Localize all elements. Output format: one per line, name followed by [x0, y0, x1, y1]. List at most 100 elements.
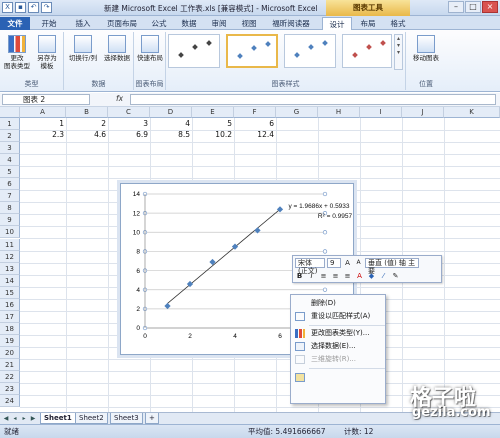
cell-e2[interactable]: 10.2 [192, 129, 234, 140]
format-painter-icon[interactable]: ✎ [391, 271, 400, 281]
save-as-template-button[interactable]: 另存为 模板 [33, 35, 61, 70]
sheet-tab-sheet2[interactable]: Sheet2 [75, 413, 108, 424]
switch-row-column-button[interactable]: 切换行/列 [66, 35, 100, 62]
cell-f2[interactable]: 12.4 [234, 129, 276, 140]
row-header-4[interactable]: 4 [0, 154, 20, 167]
insert-sheet-icon[interactable]: + [145, 413, 159, 424]
column-header-h[interactable]: H [318, 107, 360, 118]
row-header-19[interactable]: 19 [0, 334, 20, 347]
chart-style-3[interactable] [284, 34, 336, 68]
tab-layout[interactable]: 布局 [354, 17, 382, 30]
move-chart-button[interactable]: 移动图表 [410, 35, 442, 62]
select-all-corner[interactable] [0, 107, 20, 118]
sheet-tab-sheet3[interactable]: Sheet3 [110, 413, 143, 424]
tab-file[interactable]: 文件 [0, 17, 30, 30]
row-header-9[interactable]: 9 [0, 214, 20, 227]
row-header-17[interactable]: 17 [0, 310, 20, 323]
row-header-21[interactable]: 21 [0, 359, 20, 371]
row-header-20[interactable]: 20 [0, 346, 20, 359]
chart-element-select[interactable]: 垂直 (值) 轴 主要 [365, 258, 419, 275]
gridline-handle[interactable] [322, 191, 328, 197]
save-icon[interactable]: ▪ [15, 2, 26, 13]
chart-style-4[interactable] [342, 34, 392, 68]
column-header-c[interactable]: C [108, 107, 150, 118]
data-point[interactable] [164, 302, 171, 310]
row-header-3[interactable]: 3 [0, 142, 20, 155]
trendline[interactable] [167, 208, 281, 304]
column-header-j[interactable]: J [402, 107, 444, 118]
menu-item-format[interactable] [291, 371, 387, 384]
grow-font-icon[interactable]: A [343, 258, 352, 268]
chart-style-2[interactable] [226, 34, 278, 68]
column-header-d[interactable]: D [150, 107, 192, 118]
last-sheet-icon[interactable]: ▶ [29, 414, 37, 423]
bold-button[interactable]: B [295, 271, 304, 281]
cell-d2[interactable]: 8.5 [150, 129, 192, 140]
tab-formulas[interactable]: 公式 [146, 17, 172, 30]
minimize-icon[interactable]: – [448, 1, 464, 13]
select-data-button[interactable]: 选择数据 [101, 35, 133, 62]
maximize-icon[interactable]: □ [465, 1, 481, 13]
cell-b2[interactable]: 4.6 [66, 129, 108, 140]
line-color-icon[interactable]: ⁄ [379, 271, 388, 281]
menu-item-select-data[interactable]: 选择数据(E)... [291, 340, 387, 353]
row-header-22[interactable]: 22 [0, 371, 20, 384]
row-header-16[interactable]: 16 [0, 298, 20, 311]
column-header-e[interactable]: E [192, 107, 234, 118]
cell-e1[interactable]: 5 [192, 118, 234, 129]
tab-page-layout[interactable]: 页面布局 [102, 17, 142, 30]
fill-color-icon[interactable]: ◆ [367, 271, 376, 281]
excel-icon[interactable]: X [2, 2, 13, 13]
row-header-6[interactable]: 6 [0, 178, 20, 191]
tab-design[interactable]: 设计 [322, 17, 352, 30]
row-header-12[interactable]: 12 [0, 250, 20, 263]
menu-item-reset-style[interactable]: 重设以匹配样式(A) [291, 310, 387, 323]
row-header-13[interactable]: 13 [0, 262, 20, 275]
fx-icon[interactable]: fx [116, 94, 123, 103]
cell-a2[interactable]: 2.3 [20, 129, 66, 140]
sheet-tab-sheet1[interactable]: Sheet1 [40, 413, 76, 424]
change-chart-type-button[interactable]: 更改 图表类型 [3, 35, 31, 70]
row-header-7[interactable]: 7 [0, 190, 20, 203]
align-left-icon[interactable]: ≡ [319, 271, 328, 281]
row-header-11[interactable]: 11 [0, 238, 20, 251]
column-header-b[interactable]: B [66, 107, 108, 118]
tab-home[interactable]: 开始 [34, 17, 64, 30]
tab-review[interactable]: 审阅 [206, 17, 232, 30]
cell-f1[interactable]: 6 [234, 118, 276, 129]
row-header-18[interactable]: 18 [0, 322, 20, 335]
shrink-font-icon[interactable]: A [354, 258, 363, 268]
menu-item-delete[interactable]: 删除(D) [291, 297, 387, 310]
row-header-15[interactable]: 15 [0, 286, 20, 299]
align-right-icon[interactable]: ≡ [343, 271, 352, 281]
row-header-5[interactable]: 5 [0, 166, 20, 179]
cell-a1[interactable]: 1 [20, 118, 66, 129]
italic-button[interactable]: I [307, 271, 316, 281]
styles-scroll[interactable]: ▴ ▾ ▾ [394, 34, 403, 70]
menu-item-change-chart-type[interactable]: 更改图表类型(Y)... [291, 327, 387, 340]
tab-data[interactable]: 数据 [176, 17, 202, 30]
row-header-14[interactable]: 14 [0, 274, 20, 287]
row-header-24[interactable]: 24 [0, 395, 20, 408]
first-sheet-icon[interactable]: ◀ [2, 414, 10, 423]
formula-input[interactable] [130, 94, 496, 105]
row-header-10[interactable]: 10 [0, 226, 20, 239]
row-header-1[interactable]: 1 [0, 118, 20, 130]
gridline-handle[interactable] [322, 230, 328, 235]
cell-d1[interactable]: 4 [150, 118, 192, 129]
gridline-handle[interactable] [322, 287, 328, 292]
gridline-handle[interactable] [322, 249, 328, 254]
quick-layout-button[interactable]: 快速布局 [135, 35, 165, 62]
cell-c2[interactable]: 6.9 [108, 129, 150, 140]
font-name-box[interactable]: 宋体 (正文) [295, 258, 325, 275]
align-center-icon[interactable]: ≡ [331, 271, 340, 281]
column-header-a[interactable]: A [20, 107, 66, 118]
cell-c1[interactable]: 3 [108, 118, 150, 129]
next-sheet-icon[interactable]: ▸ [20, 414, 28, 423]
row-header-8[interactable]: 8 [0, 202, 20, 215]
column-header-k[interactable]: K [444, 107, 500, 118]
row-header-23[interactable]: 23 [0, 383, 20, 396]
tab-insert[interactable]: 插入 [68, 17, 98, 30]
redo-icon[interactable]: ↷ [41, 2, 52, 13]
cell-b1[interactable]: 2 [66, 118, 108, 129]
